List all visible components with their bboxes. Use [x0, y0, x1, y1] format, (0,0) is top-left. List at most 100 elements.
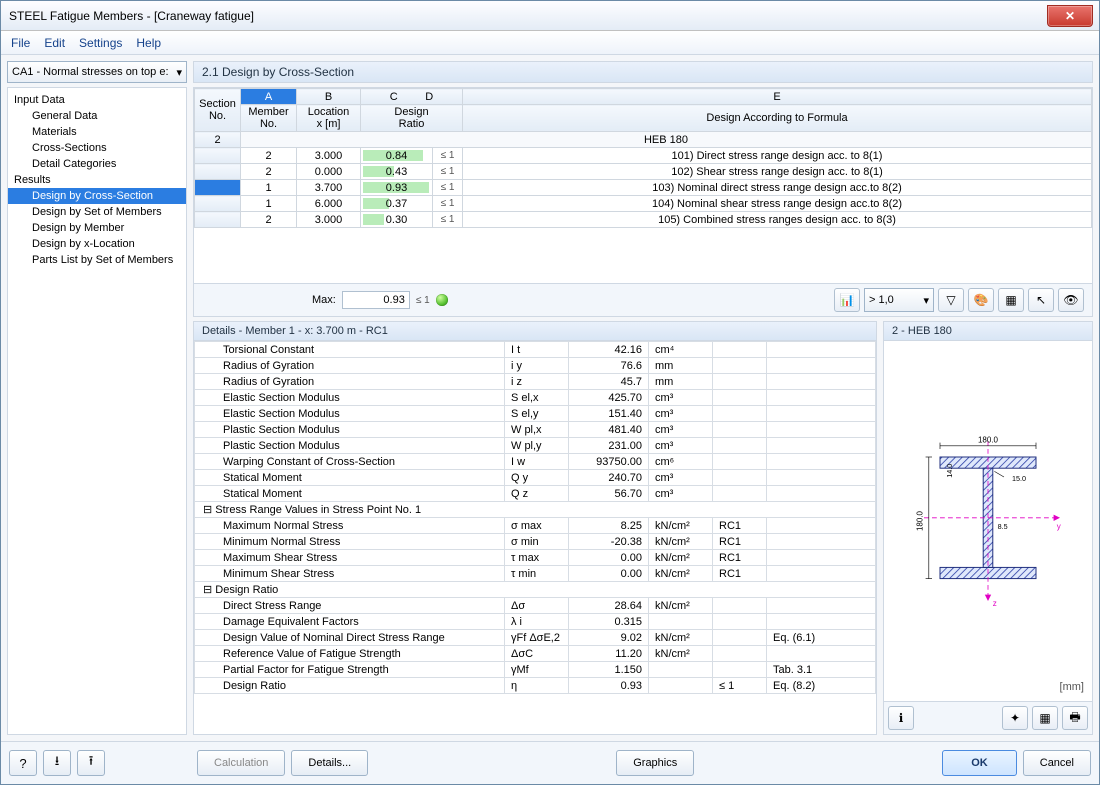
- detail-row[interactable]: Direct Stress RangeΔσ28.64kN/cm²: [195, 598, 876, 614]
- detail-row[interactable]: Plastic Section ModulusW pl,y231.00cm³: [195, 438, 876, 454]
- detail-row[interactable]: Minimum Shear Stressτ min0.00kN/cm²RC1: [195, 566, 876, 582]
- tree-item-set-members[interactable]: Design by Set of Members: [8, 204, 186, 220]
- print-icon-button[interactable]: 🖶: [1062, 706, 1088, 730]
- table-row[interactable]: 13.7000.93≤ 1103) Nominal direct stress …: [195, 180, 1092, 196]
- detail-row[interactable]: Maximum Normal Stressσ max8.25kN/cm²RC1: [195, 518, 876, 534]
- case-combo-text: CA1 - Normal stresses on top e:: [12, 66, 169, 78]
- app-window: STEEL Fatigue Members - [Craneway fatigu…: [0, 0, 1100, 785]
- svg-text:8.5: 8.5: [998, 522, 1008, 531]
- svg-text:180.0: 180.0: [978, 436, 999, 445]
- col-a[interactable]: A: [241, 89, 297, 105]
- section-title: 2 - HEB 180: [884, 322, 1092, 341]
- col-b[interactable]: B: [297, 89, 361, 105]
- detail-row[interactable]: Partial Factor for Fatigue StrengthγMf1.…: [195, 662, 876, 678]
- details-table[interactable]: Torsional ConstantI t42.16cm⁴Radius of G…: [194, 341, 876, 694]
- panel-title: 2.1 Design by Cross-Section: [193, 61, 1093, 83]
- left-pane: CA1 - Normal stresses on top e: ▾ Input …: [7, 61, 187, 735]
- col-e[interactable]: E: [463, 89, 1092, 105]
- bottom-bar: ? ⭳ ⭱ Calculation Details... Graphics OK…: [1, 741, 1099, 784]
- table-row[interactable]: 23.0000.84≤ 1101) Direct stress range de…: [195, 148, 1092, 164]
- close-button[interactable]: ✕: [1047, 5, 1093, 27]
- detail-row[interactable]: Design Value of Nominal Direct Stress Ra…: [195, 630, 876, 646]
- svg-text:z: z: [993, 599, 997, 608]
- menu-settings[interactable]: Settings: [79, 36, 122, 50]
- detail-group-header[interactable]: ⊟ Design Ratio: [195, 582, 876, 598]
- pointer-icon-button[interactable]: ↖: [1028, 288, 1054, 312]
- max-row: Max: ≤ 1 📊 > 1,0▾ ▽ 🎨 ▦ ↖ 👁: [194, 283, 1092, 316]
- col-c[interactable]: C D: [361, 89, 463, 105]
- import-icon-button[interactable]: ⭳: [43, 750, 71, 776]
- detail-row[interactable]: Elastic Section ModulusS el,y151.40cm³: [195, 406, 876, 422]
- tree-root-input[interactable]: Input Data: [8, 92, 186, 108]
- details-title: Details - Member 1 - x: 3.700 m - RC1: [194, 322, 876, 341]
- section-unit: [mm]: [1060, 681, 1084, 693]
- cancel-button[interactable]: Cancel: [1023, 750, 1091, 776]
- detail-row[interactable]: Minimum Normal Stressσ min-20.38kN/cm²RC…: [195, 534, 876, 550]
- menu-help[interactable]: Help: [136, 36, 161, 50]
- detail-group-header[interactable]: ⊟ Stress Range Values in Stress Point No…: [195, 502, 876, 518]
- max-value-input[interactable]: [342, 291, 410, 309]
- detail-row[interactable]: Maximum Shear Stressτ max0.00kN/cm²RC1: [195, 550, 876, 566]
- detail-row[interactable]: Reference Value of Fatigue StrengthΔσC11…: [195, 646, 876, 662]
- palette-icon-button[interactable]: 🎨: [968, 288, 994, 312]
- group-sectno: 2: [195, 132, 241, 148]
- detail-row[interactable]: Statical MomentQ y240.70cm³: [195, 470, 876, 486]
- ok-button[interactable]: OK: [942, 750, 1017, 776]
- filter-icon-button[interactable]: 📊: [834, 288, 860, 312]
- table-row[interactable]: 20.0000.43≤ 1102) Shear stress range des…: [195, 164, 1092, 180]
- detail-row[interactable]: Warping Constant of Cross-SectionI w9375…: [195, 454, 876, 470]
- details-button[interactable]: Details...: [291, 750, 368, 776]
- group-row[interactable]: 2 HEB 180: [195, 132, 1092, 148]
- axis-icon-button[interactable]: ✦: [1002, 706, 1028, 730]
- tree-item-materials[interactable]: Materials: [8, 124, 186, 140]
- table-row[interactable]: 16.0000.37≤ 1104) Nominal shear stress r…: [195, 196, 1092, 212]
- svg-text:14.0: 14.0: [945, 464, 954, 478]
- funnel-icon-button[interactable]: ▽: [938, 288, 964, 312]
- hdr-member[interactable]: MemberNo.: [241, 105, 297, 132]
- calculation-button[interactable]: Calculation: [197, 750, 285, 776]
- max-leq: ≤ 1: [416, 295, 430, 306]
- eye-icon-button[interactable]: 👁: [1058, 288, 1084, 312]
- tree-root-results[interactable]: Results: [8, 172, 186, 188]
- tree-item-general[interactable]: General Data: [8, 108, 186, 124]
- details-row: Details - Member 1 - x: 3.700 m - RC1 To…: [193, 321, 1093, 735]
- detail-row[interactable]: Design Ratioη0.93≤ 1Eq. (8.2): [195, 678, 876, 694]
- h-section-icon: y z 180.0 1: [908, 391, 1068, 651]
- detail-row[interactable]: Radius of Gyrationi y76.6mm: [195, 358, 876, 374]
- detail-row[interactable]: Plastic Section ModulusW pl,x481.40cm³: [195, 422, 876, 438]
- detail-row[interactable]: Elastic Section ModulusS el,x425.70cm³: [195, 390, 876, 406]
- table-row[interactable]: 23.0000.30≤ 1105) Combined stress ranges…: [195, 212, 1092, 228]
- tree-item-member[interactable]: Design by Member: [8, 220, 186, 236]
- right-pane: 2.1 Design by Cross-Section SectionNo. A…: [193, 61, 1093, 735]
- tree-item-xloc[interactable]: Design by x-Location: [8, 236, 186, 252]
- detail-row[interactable]: Torsional ConstantI t42.16cm⁴: [195, 342, 876, 358]
- detail-row[interactable]: Damage Equivalent Factorsλ i0.315: [195, 614, 876, 630]
- hdr-design[interactable]: DesignRatio: [361, 105, 463, 132]
- info-icon-button[interactable]: ℹ: [888, 706, 914, 730]
- svg-text:180.0: 180.0: [915, 510, 924, 531]
- tree-item-cross[interactable]: Cross-Sections: [8, 140, 186, 156]
- graphics-button[interactable]: Graphics: [616, 750, 694, 776]
- tree-item-parts[interactable]: Parts List by Set of Members: [8, 252, 186, 268]
- detail-row[interactable]: Statical MomentQ z56.70cm³: [195, 486, 876, 502]
- menu-file[interactable]: File: [11, 36, 30, 50]
- menubar: File Edit Settings Help: [1, 31, 1099, 55]
- help-icon-button[interactable]: ?: [9, 750, 37, 776]
- hdr-formula[interactable]: Design According to Formula: [463, 105, 1092, 132]
- menu-edit[interactable]: Edit: [44, 36, 65, 50]
- section-toolbar: ℹ ✦ ▦ 🖶: [884, 701, 1092, 734]
- hdr-location[interactable]: Locationx [m]: [297, 105, 361, 132]
- results-grid[interactable]: SectionNo. A B C D E MemberNo. Locationx…: [194, 88, 1092, 228]
- excel-icon-button[interactable]: ▦: [998, 288, 1024, 312]
- chevron-down-icon: ▾: [176, 66, 182, 79]
- case-combo[interactable]: CA1 - Normal stresses on top e: ▾: [7, 61, 187, 83]
- scale-combo[interactable]: > 1,0▾: [864, 288, 934, 312]
- grid-icon-button[interactable]: ▦: [1032, 706, 1058, 730]
- tree-item-detail[interactable]: Detail Categories: [8, 156, 186, 172]
- details-body[interactable]: Torsional ConstantI t42.16cm⁴Radius of G…: [194, 341, 876, 734]
- results-grid-panel: SectionNo. A B C D E MemberNo. Locationx…: [193, 87, 1093, 317]
- tree-item-cross-section[interactable]: Design by Cross-Section: [8, 188, 186, 204]
- grid-empty-area: [194, 228, 1092, 283]
- detail-row[interactable]: Radius of Gyrationi z45.7mm: [195, 374, 876, 390]
- export-icon-button[interactable]: ⭱: [77, 750, 105, 776]
